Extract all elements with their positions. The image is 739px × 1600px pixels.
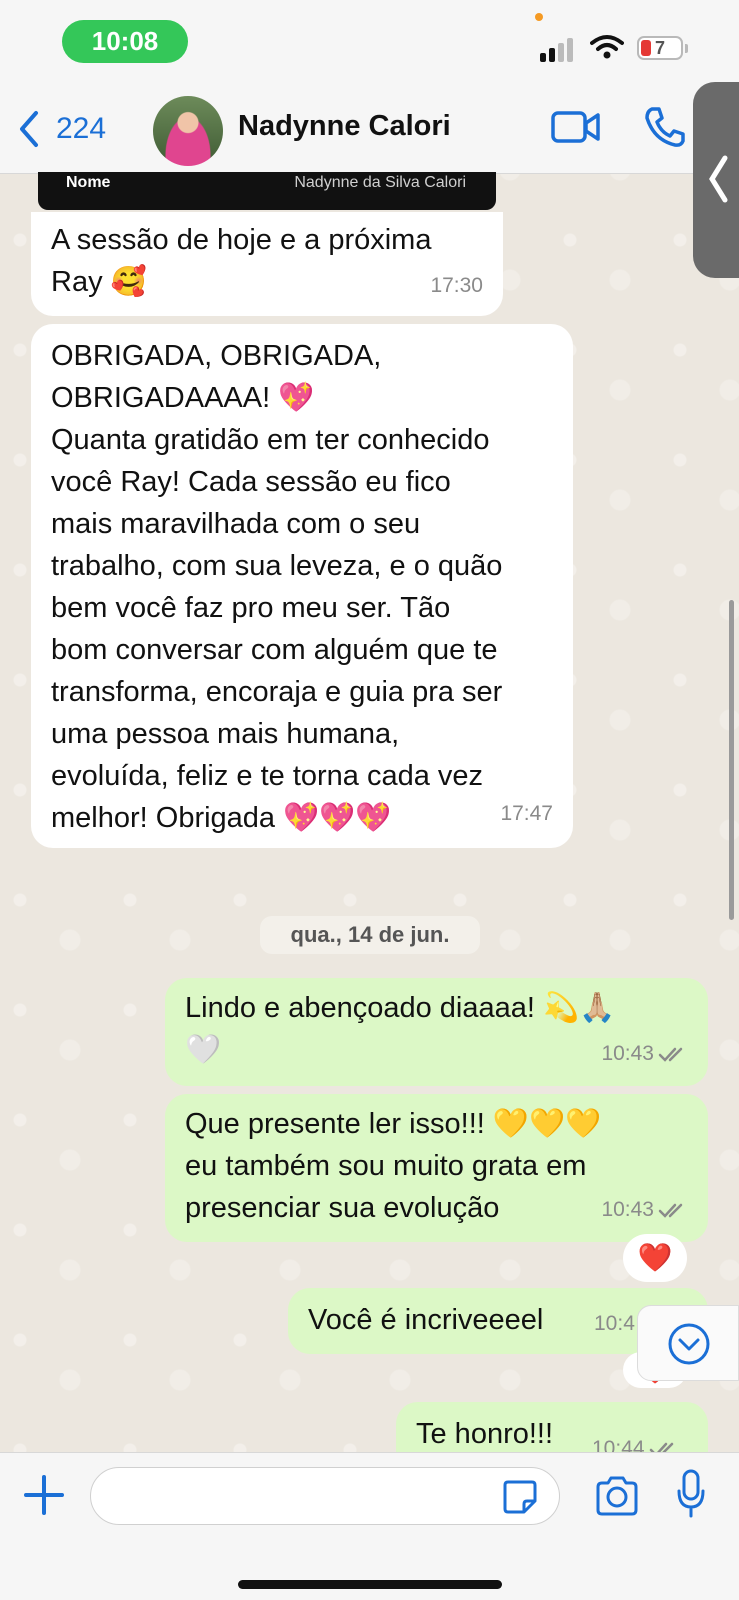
message-time-text: 10:43 (601, 1198, 654, 1221)
camera-icon[interactable] (594, 1475, 640, 1517)
video-call-icon[interactable] (551, 110, 601, 144)
message-time-text: 10:44 (592, 1437, 645, 1452)
message-text-line: Ray 🥰 (51, 266, 147, 298)
message-time: 17:47 (500, 802, 553, 825)
scrollbar[interactable] (729, 600, 734, 920)
message-text-line: presenciar sua evolução (185, 1192, 500, 1224)
sticker-icon[interactable] (502, 1479, 538, 1515)
message-time: 10:43 (601, 1189, 688, 1230)
message-text-line: Te honro!!! (416, 1418, 554, 1450)
battery-tip (685, 44, 688, 53)
double-check-icon (649, 1443, 673, 1452)
composer-bar (0, 1452, 739, 1600)
signal-icon (540, 36, 580, 62)
message-text-line: Quanta gratidão em ter conhecido (51, 424, 490, 456)
message-time: 10:43 (601, 1033, 688, 1074)
plus-icon[interactable] (22, 1473, 66, 1517)
microphone-icon[interactable] (676, 1469, 706, 1519)
shared-card: Nome Nadynne da Silva Calori (38, 172, 496, 210)
message-text-line: Lindo e abençoado diaaaa! 💫🙏🏼 (185, 992, 616, 1024)
message-text-line: melhor! Obrigada 💖💖💖 (51, 802, 392, 834)
message-text-line: bem você faz pro meu ser. Tão (51, 592, 451, 624)
reaction-badge[interactable]: ❤️ (623, 1234, 687, 1282)
message-text-line: mais maravilhada com o seu (51, 508, 421, 540)
date-separator: qua., 14 de jun. (260, 916, 480, 954)
wifi-icon (590, 35, 624, 59)
double-check-icon (658, 1204, 683, 1219)
avatar[interactable] (153, 96, 223, 166)
side-panel-tab[interactable] (693, 82, 739, 278)
message-input[interactable] (90, 1467, 560, 1525)
message-time-text: 10:43 (601, 1042, 654, 1065)
chevron-left-icon (709, 155, 728, 203)
phone-call-icon[interactable] (644, 106, 686, 148)
message-text-line: 🤍 (185, 1034, 222, 1066)
privacy-indicator (535, 13, 543, 21)
message-text-line: trabalho, com sua leveza, e o quão (51, 550, 503, 582)
message-time: 10:4 (594, 1312, 635, 1335)
status-time: 10:08 (62, 20, 188, 63)
message-text-line: Que presente ler isso!!! 💛💛💛 (185, 1108, 602, 1140)
card-label: Nome (66, 174, 111, 191)
message-bubble[interactable]: Lindo e abençoado diaaaa! 💫🙏🏼 🤍 10:43 (165, 978, 708, 1086)
scroll-to-bottom-button[interactable] (637, 1305, 739, 1381)
message-bubble[interactable]: Te honro!!! 10:44 (396, 1402, 708, 1452)
message-text-line: A sessão de hoje e a próxima (51, 224, 432, 256)
message-text-line: bom conversar com alguém que te (51, 634, 498, 666)
unread-count: 224 (56, 112, 107, 145)
message-text-line: OBRIGADA, OBRIGADA, (51, 340, 382, 372)
battery-level: 7 (654, 38, 665, 58)
chevron-left-icon (20, 111, 38, 147)
message-time: 10:44 (592, 1428, 679, 1452)
contact-name[interactable]: Nadynne Calori (238, 110, 451, 143)
message-text-line: transforma, encoraja e guia pra ser (51, 676, 503, 708)
message-text-line: Você é incriveeeel (308, 1304, 544, 1336)
message-text-line: eu também sou muito grata em (185, 1150, 587, 1182)
message-bubble[interactable]: A sessão de hoje e a próxima Ray 🥰 17:30 (31, 212, 503, 316)
card-value: Nadynne da Silva Calori (294, 174, 466, 191)
message-text-line: OBRIGADAAAA! 💖 (51, 382, 315, 414)
message-bubble[interactable]: OBRIGADA, OBRIGADA, OBRIGADAAAA! 💖 Quant… (31, 324, 573, 848)
message-text-line: você Ray! Cada sessão eu fico (51, 466, 451, 498)
battery-icon: 7 (637, 36, 683, 60)
chat-header: 224 Nadynne Calori (0, 84, 739, 174)
back-button[interactable]: 224 (16, 106, 106, 152)
message-text-line: evoluída, feliz e te torna cada vez (51, 760, 484, 792)
chevron-down-circle-icon (668, 1323, 710, 1365)
double-check-icon (658, 1048, 683, 1063)
home-indicator (238, 1580, 502, 1589)
status-bar: 10:08 7 (0, 0, 739, 84)
message-text-line: uma pessoa mais humana, (51, 718, 400, 750)
message-time: 17:30 (430, 274, 483, 297)
message-bubble[interactable]: Que presente ler isso!!! 💛💛💛 eu também s… (165, 1094, 708, 1242)
